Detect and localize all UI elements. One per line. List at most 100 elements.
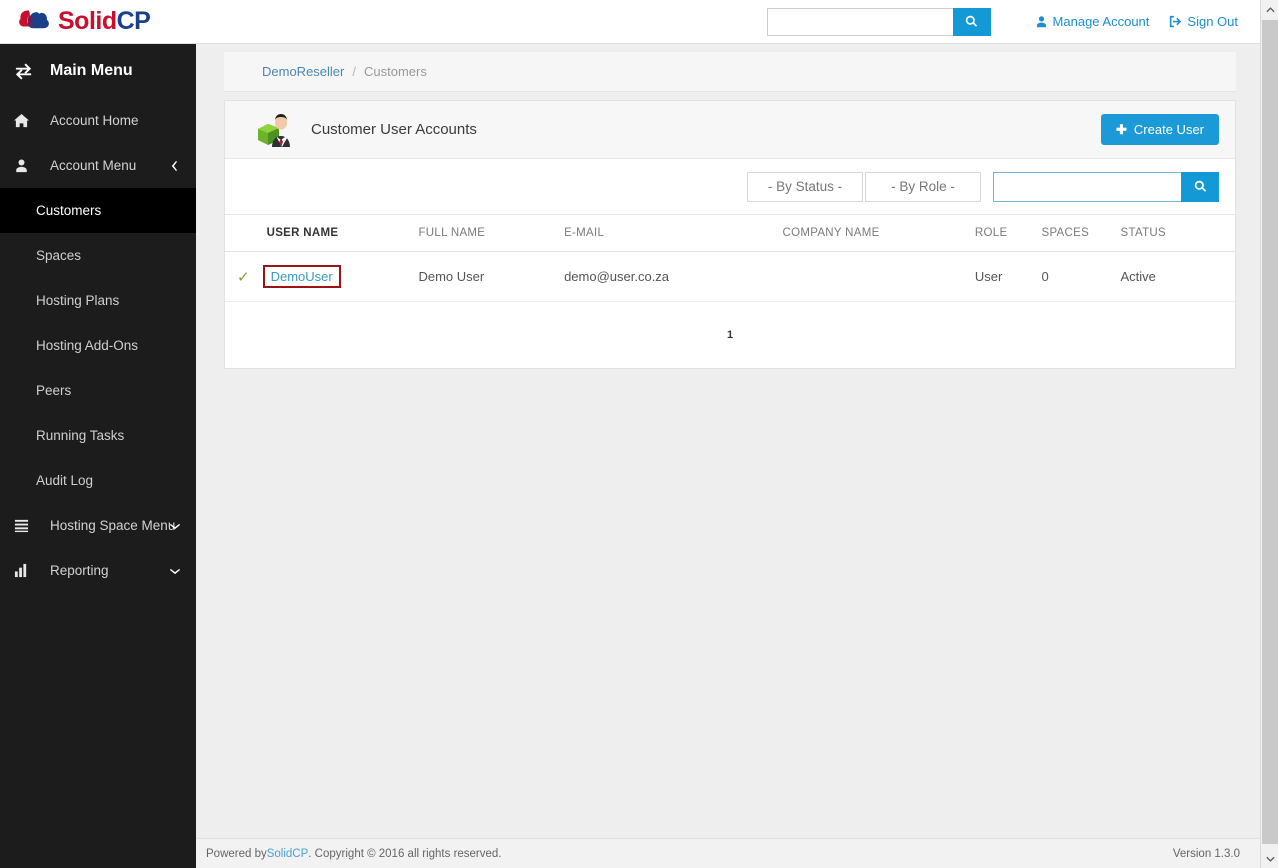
sidebar-title-label: Main Menu: [50, 62, 133, 79]
col-email[interactable]: E-MAIL: [564, 215, 783, 252]
sidebar-item-audit-log[interactable]: Audit Log: [0, 458, 196, 503]
sidebar-item-account-home[interactable]: Account Home: [0, 98, 196, 143]
pagination: 1: [225, 302, 1235, 368]
row-status-cell: Active: [1120, 251, 1235, 302]
sidebar-item-label: Account Menu: [50, 158, 137, 173]
sidebar-item-label: Hosting Plans: [36, 293, 120, 308]
row-select-cell: ✓: [225, 251, 267, 302]
chevron-down-icon[interactable]: [170, 521, 180, 531]
sidebar-item-label: Spaces: [36, 248, 82, 263]
footer-brand-link[interactable]: SolidCP: [267, 848, 309, 860]
scrollbar-thumb[interactable]: [1262, 20, 1278, 844]
row-spaces-cell: 0: [1041, 251, 1121, 302]
create-user-label: Create User: [1133, 122, 1204, 137]
sidebar-item-peers[interactable]: Peers: [0, 368, 196, 413]
sidebar-item-label: Hosting Space Menu: [50, 518, 176, 533]
filter-by-role-select[interactable]: - By Role -: [865, 171, 981, 202]
sidebar-item-hosting-addons[interactable]: Hosting Add-Ons: [0, 323, 196, 368]
col-company-name[interactable]: COMPANY NAME: [782, 215, 975, 252]
footer: Powered by SolidCP. Copyright © 2016 all…: [196, 838, 1260, 868]
sidebar-item-label: Customers: [36, 203, 102, 218]
sign-out-link[interactable]: Sign Out: [1169, 14, 1238, 29]
table-search-button[interactable]: [1181, 171, 1219, 202]
solidcp-cloud-icon: [18, 7, 52, 37]
sidebar-item-label: Audit Log: [36, 473, 94, 488]
row-company-cell: [782, 251, 975, 302]
col-full-name[interactable]: FULL NAME: [418, 215, 565, 252]
sidebar-item-label: Account Home: [50, 113, 139, 128]
sidebar-title: Main Menu: [0, 44, 196, 98]
chevron-left-icon[interactable]: [170, 160, 180, 171]
table-search-input[interactable]: [993, 171, 1181, 202]
header-actions: Manage Account Sign Out: [766, 7, 1238, 36]
customer-users-table: USER NAME FULL NAME E-MAIL COMPANY NAME …: [225, 215, 1235, 302]
sidebar-item-hosting-space-menu[interactable]: Hosting Space Menu: [0, 503, 196, 548]
row-role-cell: User: [974, 251, 1042, 302]
sidebar: Main Menu Account Home Account Menu Cust…: [0, 44, 196, 868]
sidebar-item-label: Running Tasks: [36, 428, 125, 443]
sign-out-label: Sign Out: [1187, 14, 1238, 29]
filter-toolbar: - By Status - - By Role -: [225, 159, 1235, 215]
user-name-link[interactable]: DemoUser: [271, 269, 333, 284]
chevron-down-icon: [1265, 856, 1275, 862]
page-scrollbar[interactable]: [1260, 0, 1278, 868]
green-box-businessman-icon: [255, 109, 297, 151]
chevron-down-icon[interactable]: [170, 566, 180, 576]
user-icon: [1036, 16, 1046, 28]
sidebar-item-reporting[interactable]: Reporting: [0, 548, 196, 593]
col-user-name[interactable]: USER NAME: [266, 215, 419, 252]
col-select: [225, 215, 267, 252]
customer-accounts-card: Customer User Accounts ✚ Create User - B…: [224, 100, 1236, 369]
breadcrumb-parent-link[interactable]: DemoReseller: [262, 64, 344, 79]
sidebar-item-label: Hosting Add-Ons: [36, 338, 139, 353]
sidebar-item-customers[interactable]: Customers: [0, 188, 196, 233]
main-content: DemoReseller / Customers Customer User A…: [196, 44, 1260, 868]
row-full-name-cell: Demo User: [418, 251, 565, 302]
bar-chart-icon: [14, 563, 36, 578]
sidebar-item-label: Reporting: [50, 563, 109, 578]
table-header-row: USER NAME FULL NAME E-MAIL COMPANY NAME …: [225, 215, 1235, 252]
solidcp-logo[interactable]: SolidCP: [18, 7, 151, 37]
scrollbar-down-arrow[interactable]: [1261, 850, 1278, 868]
search-icon: [1194, 180, 1206, 192]
sidebar-item-running-tasks[interactable]: Running Tasks: [0, 413, 196, 458]
sidebar-item-spaces[interactable]: Spaces: [0, 233, 196, 278]
home-icon: [14, 113, 36, 128]
user-icon: [14, 158, 36, 173]
col-spaces[interactable]: SPACES: [1041, 215, 1121, 252]
row-user-name-cell: DemoUser: [262, 251, 419, 302]
user-name-highlight: DemoUser: [262, 265, 341, 288]
global-search: [766, 7, 991, 36]
create-user-button[interactable]: ✚ Create User: [1101, 114, 1219, 145]
global-search-button[interactable]: [952, 7, 991, 36]
card-header: Customer User Accounts ✚ Create User: [225, 101, 1235, 159]
sidebar-item-account-menu[interactable]: Account Menu: [0, 143, 196, 188]
card-title: Customer User Accounts: [311, 121, 477, 138]
pagination-current-page[interactable]: 1: [727, 329, 733, 341]
global-search-input[interactable]: [766, 7, 953, 36]
col-status[interactable]: STATUS: [1120, 215, 1235, 252]
list-icon: [14, 518, 36, 533]
logo-text: SolidCP: [58, 7, 151, 36]
check-icon: ✓: [237, 268, 250, 286]
scrollbar-up-arrow[interactable]: [1261, 0, 1278, 18]
footer-version: Version 1.3.0: [1172, 847, 1240, 860]
manage-account-link[interactable]: Manage Account: [1035, 14, 1150, 29]
top-header-bar: SolidCP Manage Account Sign Out: [0, 0, 1260, 44]
row-email-cell: demo@user.co.za: [564, 251, 783, 302]
sidebar-item-label: Peers: [36, 383, 72, 398]
table-header: USER NAME FULL NAME E-MAIL COMPANY NAME …: [225, 215, 1235, 252]
filter-by-status-select[interactable]: - By Status -: [747, 171, 863, 202]
sidebar-item-hosting-plans[interactable]: Hosting Plans: [0, 278, 196, 323]
manage-account-label: Manage Account: [1052, 14, 1150, 29]
breadcrumb-current: Customers: [364, 64, 427, 79]
table-search: [993, 171, 1219, 202]
search-icon: [965, 15, 978, 27]
logo-text-cp: CP: [116, 7, 151, 35]
table-row[interactable]: ✓ DemoUser Demo User demo@user.co.za Use…: [225, 251, 1235, 302]
chevron-up-icon: [1265, 6, 1275, 12]
col-role[interactable]: ROLE: [974, 215, 1042, 252]
sign-out-icon: [1170, 15, 1182, 28]
breadcrumb-separator: /: [352, 64, 356, 79]
footer-copyright: . Copyright © 2016 all rights reserved.: [308, 847, 502, 860]
